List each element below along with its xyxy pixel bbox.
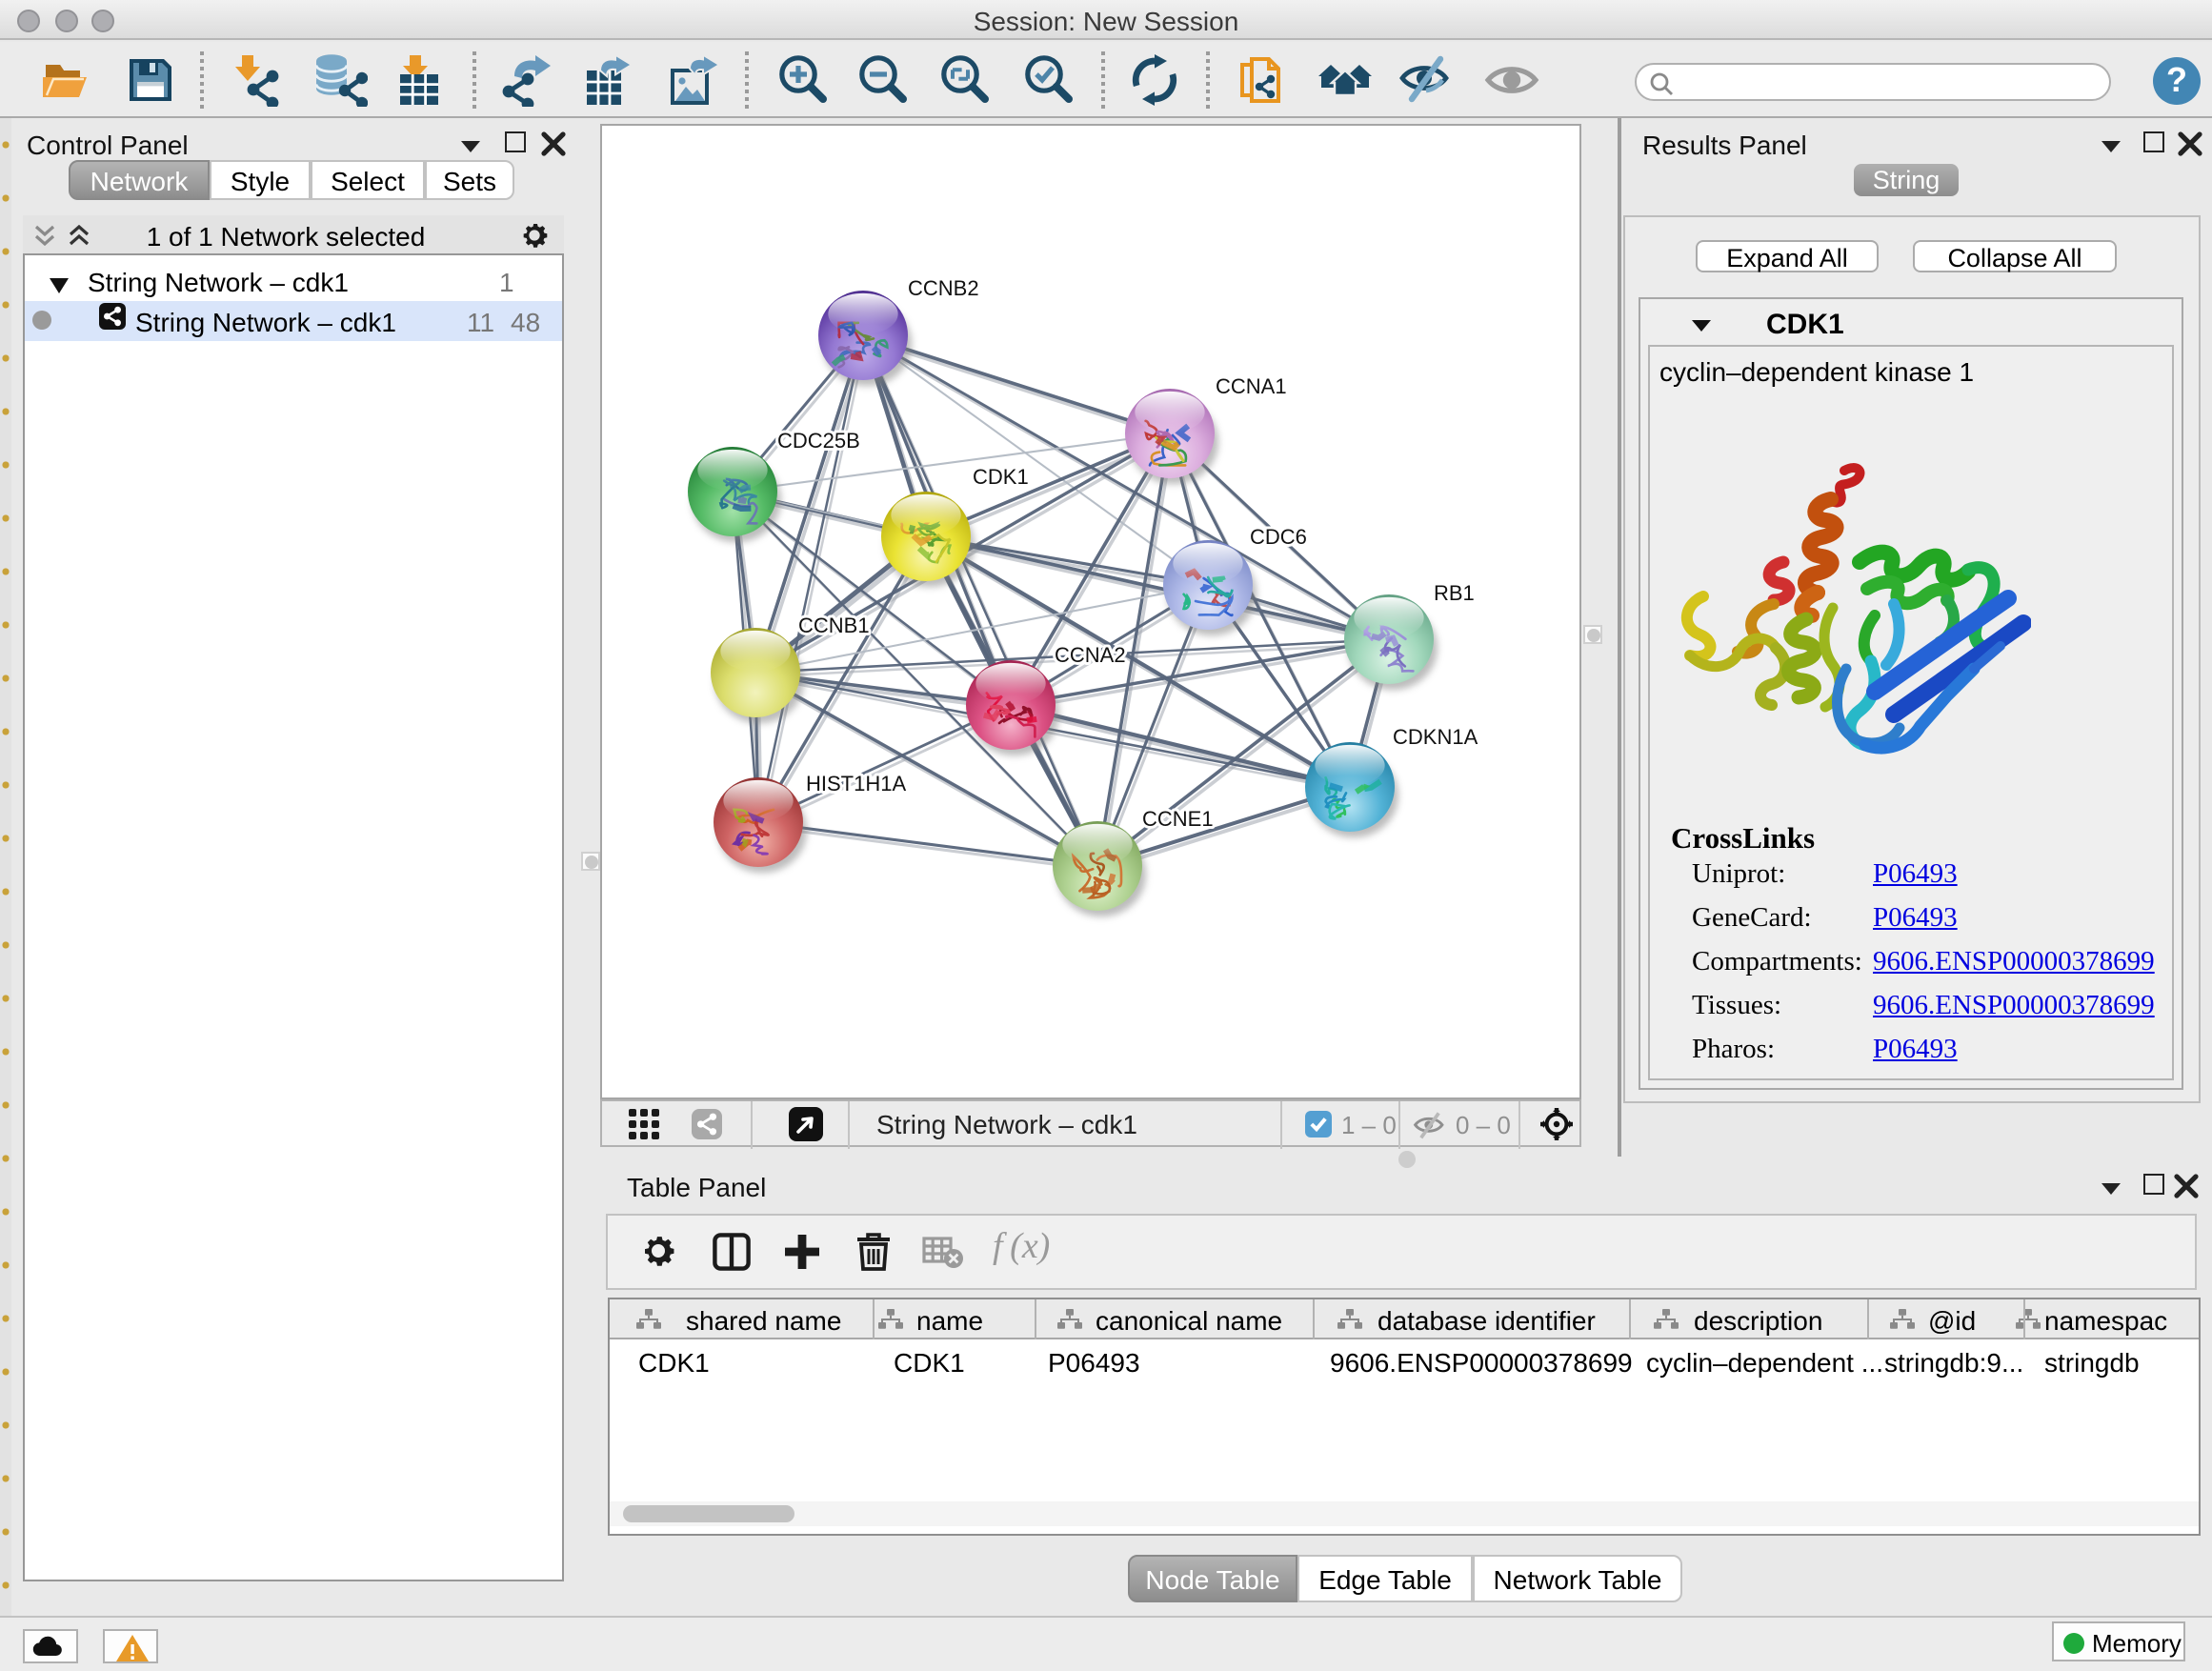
svg-text:CCNA2: CCNA2 [1055, 643, 1126, 667]
svg-text:CDC6: CDC6 [1250, 525, 1307, 549]
svg-text:CDKN1A: CDKN1A [1393, 725, 1478, 749]
svg-text:CDC25B: CDC25B [777, 429, 860, 453]
svg-text:CCNB2: CCNB2 [908, 276, 979, 300]
svg-text:RB1: RB1 [1434, 581, 1475, 605]
svg-text:CCNE1: CCNE1 [1142, 807, 1214, 831]
svg-text:HIST1H1A: HIST1H1A [806, 772, 906, 795]
svg-text:CCNA1: CCNA1 [1216, 374, 1287, 398]
svg-text:CDK1: CDK1 [973, 465, 1029, 489]
svg-text:CCNB1: CCNB1 [798, 614, 870, 637]
